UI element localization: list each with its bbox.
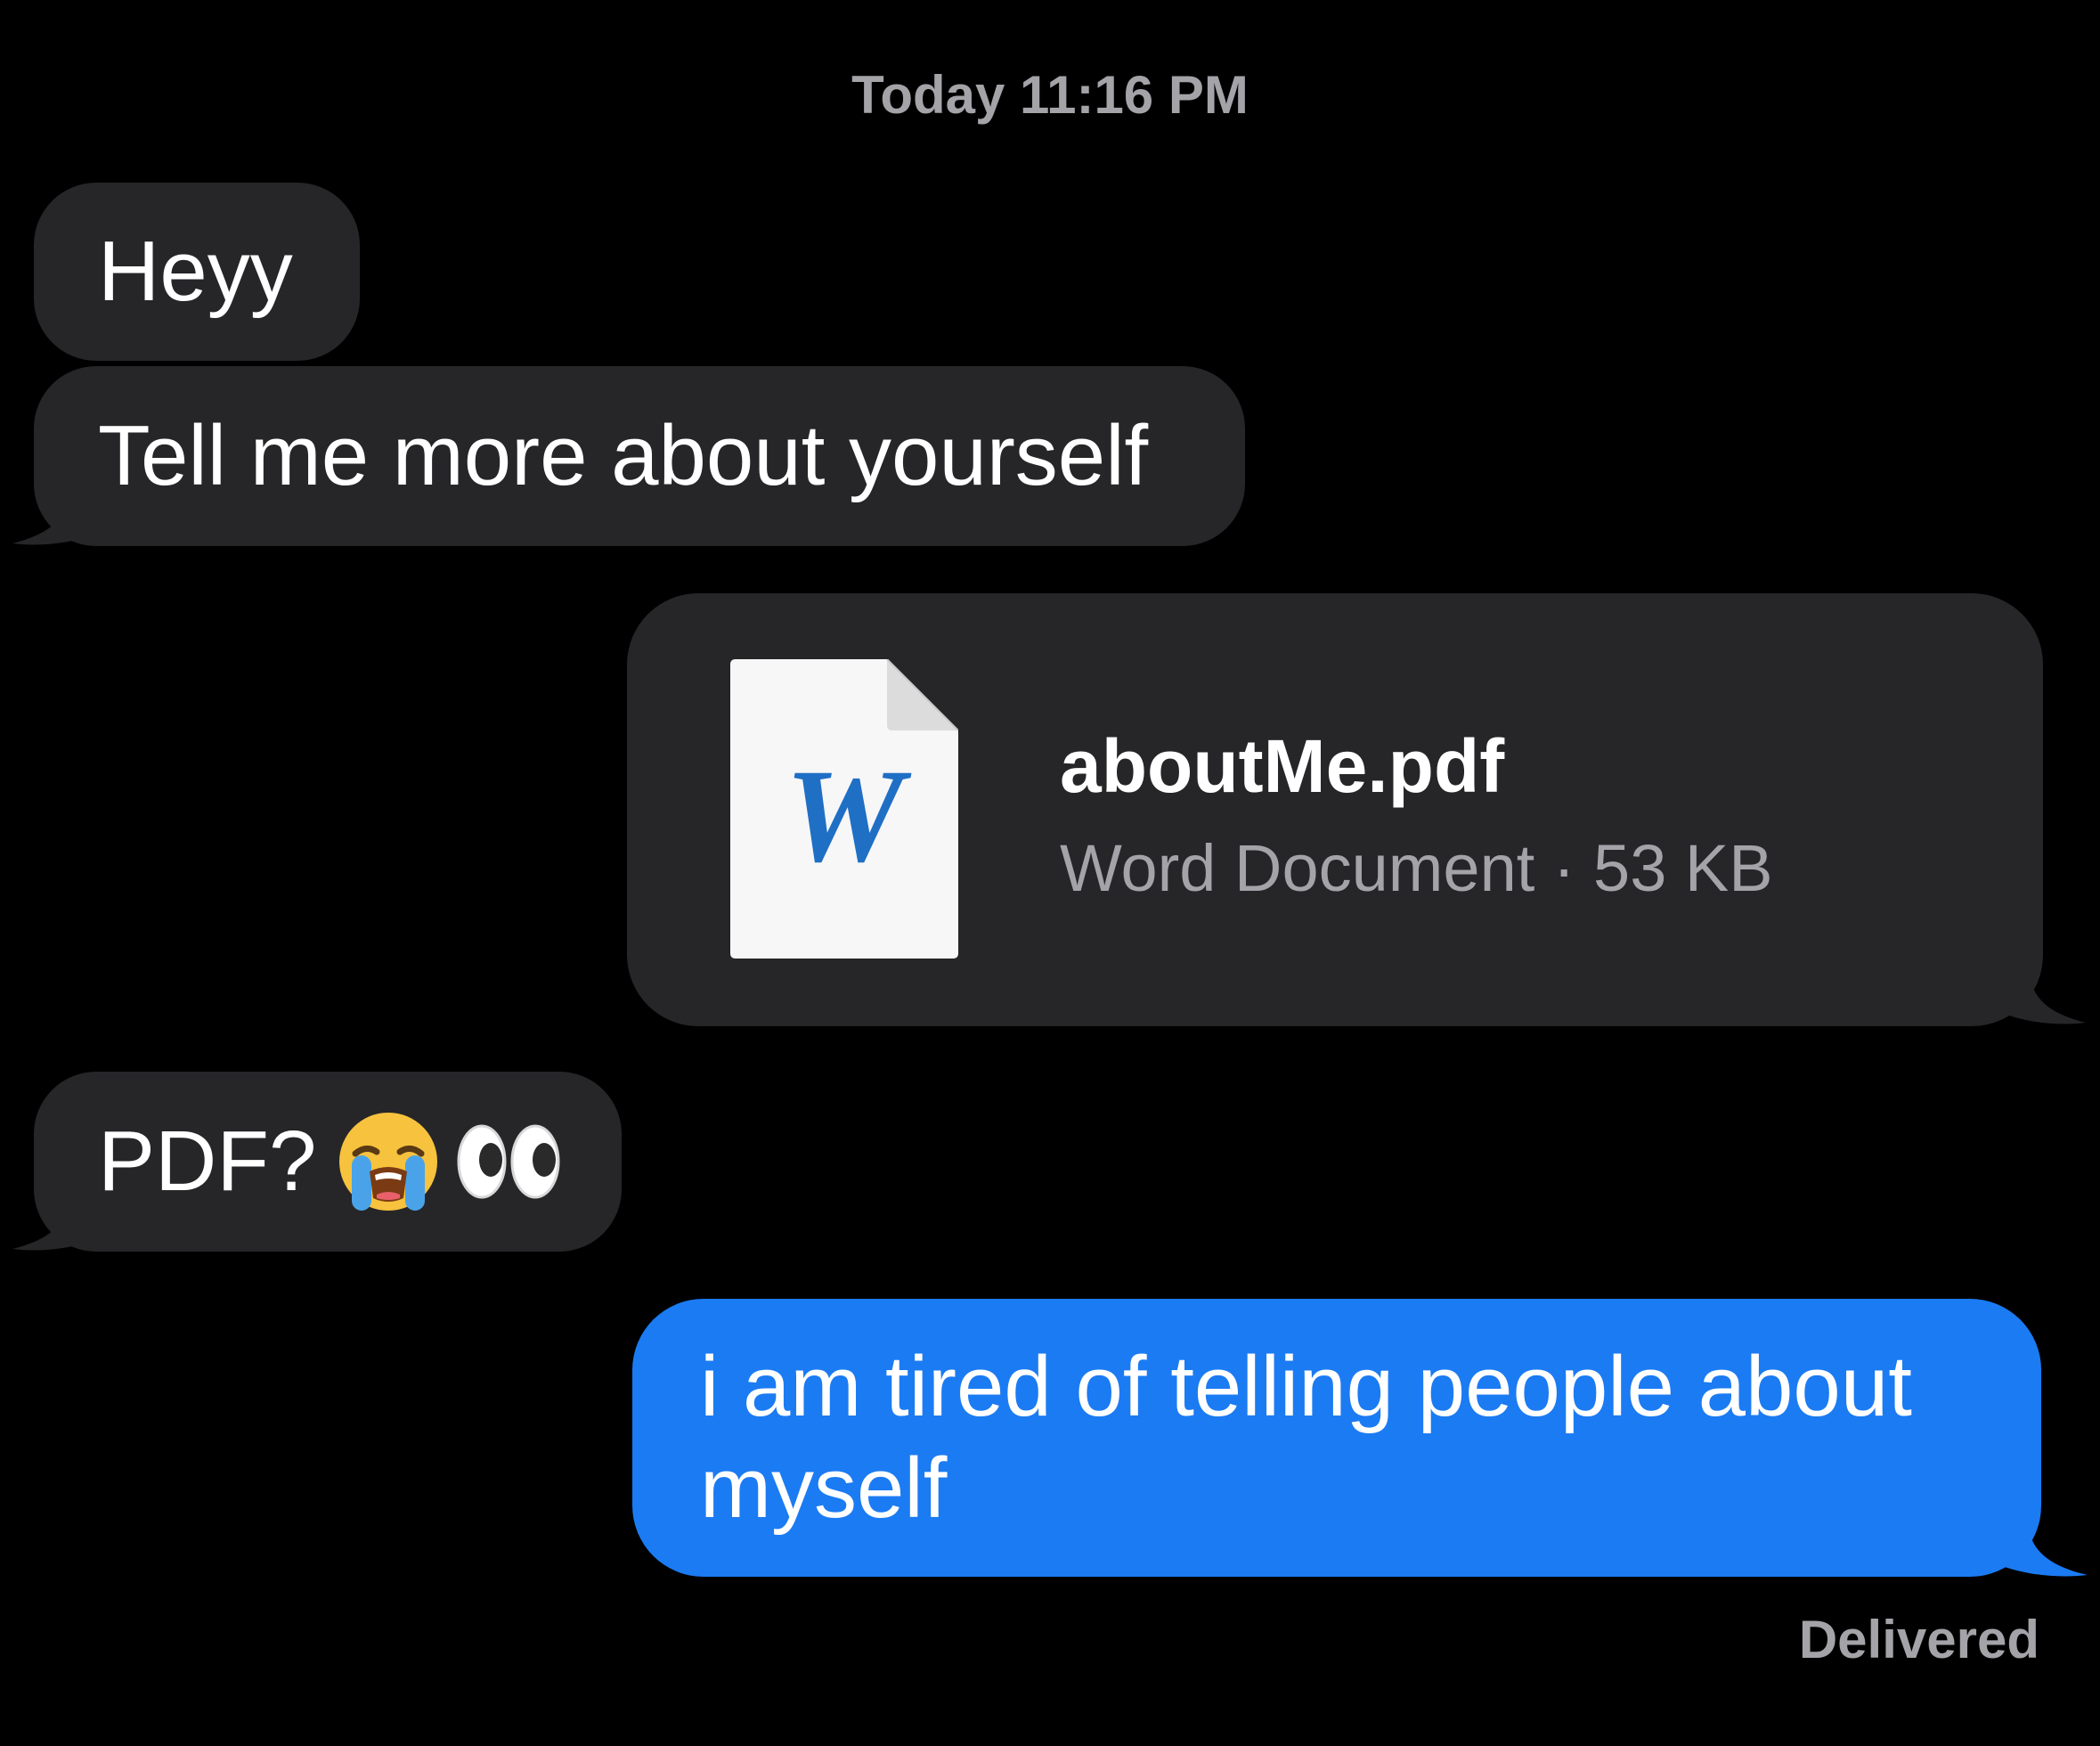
sent-bubble-tail — [1993, 1529, 2088, 1577]
file-meta: Word Document · 53 KB — [1060, 831, 1773, 905]
message-text: Tell me more about yourself — [98, 408, 1149, 503]
eyes-emoji — [457, 1124, 560, 1199]
word-logo-letter: W — [785, 742, 912, 890]
file-attachment-bubble[interactable]: W aboutMe.pdf Word Document · 53 KB — [627, 593, 2043, 1026]
message-text: i am tired of telling people about mysel… — [700, 1339, 1912, 1536]
received-bubble-tail — [12, 499, 103, 545]
sent-message-bubble[interactable]: i am tired of telling people about mysel… — [632, 1299, 2041, 1577]
delivered-status: Delivered — [1798, 1610, 2039, 1669]
sent-bubble-tail — [1995, 978, 2086, 1024]
received-bubble-tail — [12, 1204, 103, 1251]
loudly-crying-face-emoji — [339, 1113, 438, 1211]
received-message-bubble[interactable]: Heyy — [34, 183, 360, 361]
word-document-icon: W — [730, 659, 958, 959]
message-timestamp: Today 11:16 PM — [851, 65, 1249, 125]
file-name: aboutMe.pdf — [1060, 724, 1505, 808]
message-text: Heyy — [98, 224, 293, 319]
message-text: PDF? — [98, 1114, 317, 1209]
received-message-bubble[interactable]: PDF? — [34, 1072, 622, 1252]
received-message-bubble[interactable]: Tell me more about yourself — [34, 366, 1245, 546]
